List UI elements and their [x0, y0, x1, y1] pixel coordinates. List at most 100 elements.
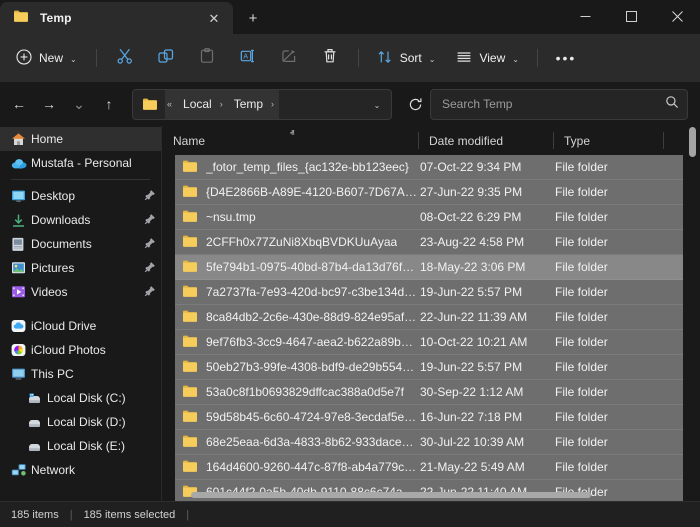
pin-icon[interactable]	[144, 285, 156, 300]
file-list-viewport[interactable]: _fotor_temp_files_{ac132e-bb123eec} 07-Oc…	[162, 155, 700, 501]
command-bar: New ⌄ A Sort ⌄ View ⌄ •••	[0, 34, 700, 82]
pin-icon[interactable]	[144, 261, 156, 276]
chevron-down-icon[interactable]: ⌄	[363, 91, 391, 119]
sidebar-item-icloud-photos[interactable]: iCloud Photos	[0, 338, 162, 362]
folder-icon	[182, 234, 198, 251]
sidebar-item-documents[interactable]: Documents	[0, 232, 162, 256]
sidebar-item-pictures[interactable]: Pictures	[0, 256, 162, 280]
tab-temp[interactable]: Temp ✕	[0, 2, 233, 34]
chevron-right-icon[interactable]: ›	[218, 99, 228, 109]
cell-type: File folder	[555, 435, 608, 449]
pin-icon[interactable]	[144, 237, 156, 252]
sidebar-item-downloads[interactable]: Downloads	[0, 208, 162, 232]
sidebar-item-desktop[interactable]: Desktop	[0, 184, 162, 208]
copy-button[interactable]	[146, 42, 186, 74]
cell-date-modified: 07-Oct-22 9:34 PM	[420, 160, 522, 174]
table-row[interactable]: 2CFFh0x77ZuNi8XbqBVDKUuAyaa 23-Aug-22 4:5…	[175, 230, 683, 255]
close-icon[interactable]: ✕	[203, 7, 225, 29]
table-row[interactable]: ~nsu.tmp 08-Oct-22 6:29 PM File folder	[175, 205, 683, 230]
rename-button[interactable]: A	[228, 42, 268, 74]
breadcrumb-item-temp[interactable]: Temp ›	[227, 89, 280, 119]
search-input[interactable]	[442, 97, 665, 111]
cell-name[interactable]: 5fe794b1-0975-40bd-87b4-da13d76f1f6f	[175, 259, 418, 276]
trash-icon	[321, 47, 339, 70]
paste-button[interactable]	[187, 42, 227, 74]
new-tab-button[interactable]: +	[236, 2, 270, 34]
table-row[interactable]: _fotor_temp_files_{ac132e-bb123eec} 07-Oc…	[175, 155, 683, 180]
column-header-type[interactable]: Type	[553, 126, 663, 155]
cell-name[interactable]: 8ca84db2-2c6e-430e-88d9-824e95afc074	[175, 309, 418, 326]
cell-name[interactable]: _fotor_temp_files_{ac132e-bb123eec}	[175, 159, 418, 176]
breadcrumb[interactable]: « Local › Temp › ⌄	[132, 88, 392, 120]
recent-locations-button[interactable]: ⌄	[64, 89, 94, 119]
cell-name[interactable]: 50eb27b3-99fe-4308-bdf9-de29b5543974	[175, 359, 418, 376]
vertical-scrollbar-thumb[interactable]	[689, 127, 696, 157]
view-button[interactable]: View ⌄	[446, 42, 529, 74]
file-name-label: 2CFFh0x77ZuNi8XbqBVDKUuAyaa	[206, 235, 398, 249]
table-row[interactable]: 9ef76fb3-3cc9-4647-aea2-b622a89bb995 10-O…	[175, 330, 683, 355]
sidebar-item-local-disk-d[interactable]: Local Disk (D:)	[0, 410, 162, 434]
table-row[interactable]: 59d58b45-6c60-4724-97e8-3ecdaf5e4aed 16-J…	[175, 405, 683, 430]
sidebar-item-local-disk-e[interactable]: Local Disk (E:)	[0, 434, 162, 458]
cell-date-modified: 22-Jun-22 11:39 AM	[420, 310, 528, 324]
sidebar-item-videos[interactable]: Videos	[0, 280, 162, 304]
table-row[interactable]: 7a2737fa-7e93-420d-bc97-c3be134d4f05 19-J…	[175, 280, 683, 305]
cell-name[interactable]: 7a2737fa-7e93-420d-bc97-c3be134d4f05	[175, 284, 418, 301]
chevron-down-icon: ⌄	[512, 54, 519, 64]
cell-name[interactable]: 68e25eaa-6d3a-4833-8b62-933dace308a1	[175, 434, 418, 451]
cell-name[interactable]: {D4E2866B-A89E-4120-B607-7D67A7642…	[175, 184, 418, 201]
refresh-button[interactable]	[400, 89, 430, 119]
table-row[interactable]: 164d4600-9260-447c-87f8-ab4a779c62f5 21-M…	[175, 455, 683, 480]
search-icon[interactable]	[665, 95, 679, 114]
cell-name[interactable]: 2CFFh0x77ZuNi8XbqBVDKUuAyaa	[175, 234, 418, 251]
table-row[interactable]: 68e25eaa-6d3a-4833-8b62-933dace308a1 30-J…	[175, 430, 683, 455]
cell-name[interactable]: 59d58b45-6c60-4724-97e8-3ecdaf5e4aed	[175, 409, 418, 426]
horizontal-scrollbar[interactable]	[175, 490, 683, 499]
table-row[interactable]: {D4E2866B-A89E-4120-B607-7D67A7642…27-Ju…	[175, 180, 683, 205]
breadcrumb-item-local[interactable]: Local ›	[177, 89, 228, 119]
sidebar-item-icloud-drive[interactable]: iCloud Drive	[0, 314, 162, 338]
table-row[interactable]: 50eb27b3-99fe-4308-bdf9-de29b5543974 19-J…	[175, 355, 683, 380]
table-row[interactable]: 53a0c8f1b0693829dffcac388a0d5e7f 30-Sep-2…	[175, 380, 683, 405]
vertical-scrollbar[interactable]	[687, 126, 698, 501]
network-icon	[11, 463, 31, 477]
new-button[interactable]: New ⌄	[8, 42, 88, 74]
sidebar-item-label: Local Disk (D:)	[47, 415, 126, 429]
maximize-icon[interactable]	[608, 0, 654, 32]
pin-icon[interactable]	[144, 189, 156, 204]
cell-date-modified: 27-Jun-22 9:35 PM	[420, 185, 523, 199]
cell-name[interactable]: 9ef76fb3-3cc9-4647-aea2-b622a89bb995	[175, 334, 418, 351]
cut-button[interactable]	[105, 42, 145, 74]
sidebar-item-label: iCloud Drive	[31, 319, 97, 333]
nav-group-divider	[11, 179, 150, 180]
breadcrumb-overflow[interactable]: «	[165, 89, 178, 119]
home-icon	[11, 132, 31, 147]
horizontal-scrollbar-thumb[interactable]	[191, 492, 591, 498]
minimize-icon[interactable]	[562, 0, 608, 32]
forward-button[interactable]: →	[34, 89, 64, 119]
cell-name[interactable]: ~nsu.tmp	[175, 209, 418, 226]
more-options-button[interactable]: •••	[546, 42, 586, 74]
navigation-pane[interactable]: Home Mustafa - Personal Desktop Downloads Do…	[0, 126, 162, 501]
sidebar-item-mustafa-personal[interactable]: Mustafa - Personal	[0, 151, 162, 175]
column-header-date-modified[interactable]: Date modified	[418, 126, 553, 155]
search-box[interactable]	[430, 88, 688, 120]
share-button[interactable]	[269, 42, 309, 74]
sidebar-item-this-pc[interactable]: This PC	[0, 362, 162, 386]
close-icon[interactable]	[654, 0, 700, 32]
cell-name[interactable]: 53a0c8f1b0693829dffcac388a0d5e7f	[175, 384, 418, 401]
table-row[interactable]: 8ca84db2-2c6e-430e-88d9-824e95afc074 22-J…	[175, 305, 683, 330]
pin-icon[interactable]	[144, 213, 156, 228]
sidebar-item-local-disk-c[interactable]: Local Disk (C:)	[0, 386, 162, 410]
column-header-name[interactable]: Name ⱏ	[162, 126, 418, 155]
table-row[interactable]: 5fe794b1-0975-40bd-87b4-da13d76f1f6f 18-M…	[175, 255, 683, 280]
sidebar-item-home[interactable]: Home	[0, 127, 162, 151]
chevron-right-icon[interactable]: ›	[269, 99, 279, 109]
cell-name[interactable]: 164d4600-9260-447c-87f8-ab4a779c62f5	[175, 459, 418, 476]
sidebar-item-network[interactable]: Network	[0, 458, 162, 482]
up-button[interactable]: ↑	[94, 89, 124, 119]
overflow-chevron-icon: «	[167, 99, 173, 109]
delete-button[interactable]	[310, 42, 350, 74]
sort-button[interactable]: Sort ⌄	[367, 42, 446, 74]
back-button[interactable]: ←	[4, 89, 34, 119]
